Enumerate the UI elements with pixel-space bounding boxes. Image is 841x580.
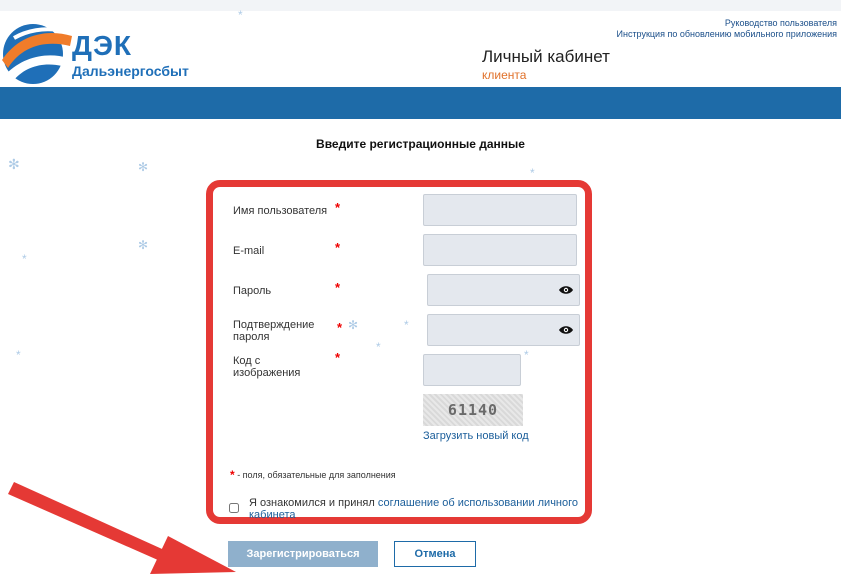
snowflake-icon: ✻ — [138, 238, 149, 252]
snowflake-icon: * — [238, 8, 243, 22]
confirm-password-input[interactable] — [428, 315, 579, 345]
cancel-button[interactable]: Отмена — [394, 541, 476, 567]
agreement-text: Я ознакомился и принял соглашение об исп… — [249, 497, 584, 521]
required-mark: * — [335, 200, 341, 215]
user-guide-link[interactable]: Руководство пользователя — [617, 18, 837, 29]
required-mark: * — [337, 320, 343, 335]
snowflake-icon: * — [16, 348, 21, 362]
top-links: Руководство пользователя Инструкция по о… — [617, 18, 838, 40]
required-mark: * — [335, 240, 341, 255]
page-subtitle: клиента — [482, 68, 527, 82]
page-title: Личный кабинет — [482, 47, 610, 66]
password-input[interactable] — [428, 275, 579, 305]
email-input[interactable] — [424, 235, 576, 265]
username-label: Имя пользователя — [233, 205, 328, 217]
agreement-label: Я ознакомился и принял — [249, 497, 375, 509]
email-field[interactable] — [423, 234, 577, 266]
username-field[interactable] — [423, 194, 577, 226]
logo-title: ДЭК — [72, 30, 132, 61]
password-label: Пароль — [233, 285, 272, 297]
password-field[interactable] — [427, 274, 580, 306]
snowflake-icon: * — [530, 166, 535, 180]
logo-subtitle: Дальэнергосбыт — [72, 63, 189, 79]
captcha-code-label: Код с изображения — [233, 355, 301, 379]
snowflake-icon: ✻ — [8, 156, 20, 172]
show-password-icon[interactable] — [559, 285, 573, 295]
captcha-image: 61140 — [423, 394, 523, 426]
required-mark: * — [335, 350, 341, 365]
mobile-update-instructions-link[interactable]: Инструкция по обновлению мобильного прил… — [617, 29, 838, 40]
required-note-text: - поля, обязательные для заполнения — [237, 470, 396, 480]
snowflake-icon: * — [22, 252, 27, 266]
nav-bar — [0, 87, 841, 119]
captcha-field[interactable] — [423, 354, 521, 386]
reload-captcha-link[interactable]: Загрузить новый код — [423, 430, 529, 442]
top-strip — [0, 0, 841, 11]
red-arrow-icon — [8, 482, 236, 574]
username-input[interactable] — [424, 195, 576, 225]
required-mark: * — [335, 280, 341, 295]
show-password-icon[interactable] — [559, 325, 573, 335]
email-label: E-mail — [233, 245, 265, 257]
confirm-password-label: Подтверждение пароля — [233, 319, 315, 343]
form-heading: Введите регистрационные данные — [316, 137, 525, 151]
confirm-password-field[interactable] — [427, 314, 580, 346]
snowflake-icon: ✻ — [138, 160, 149, 174]
logo-icon — [2, 24, 72, 84]
captcha-input[interactable] — [424, 355, 520, 385]
